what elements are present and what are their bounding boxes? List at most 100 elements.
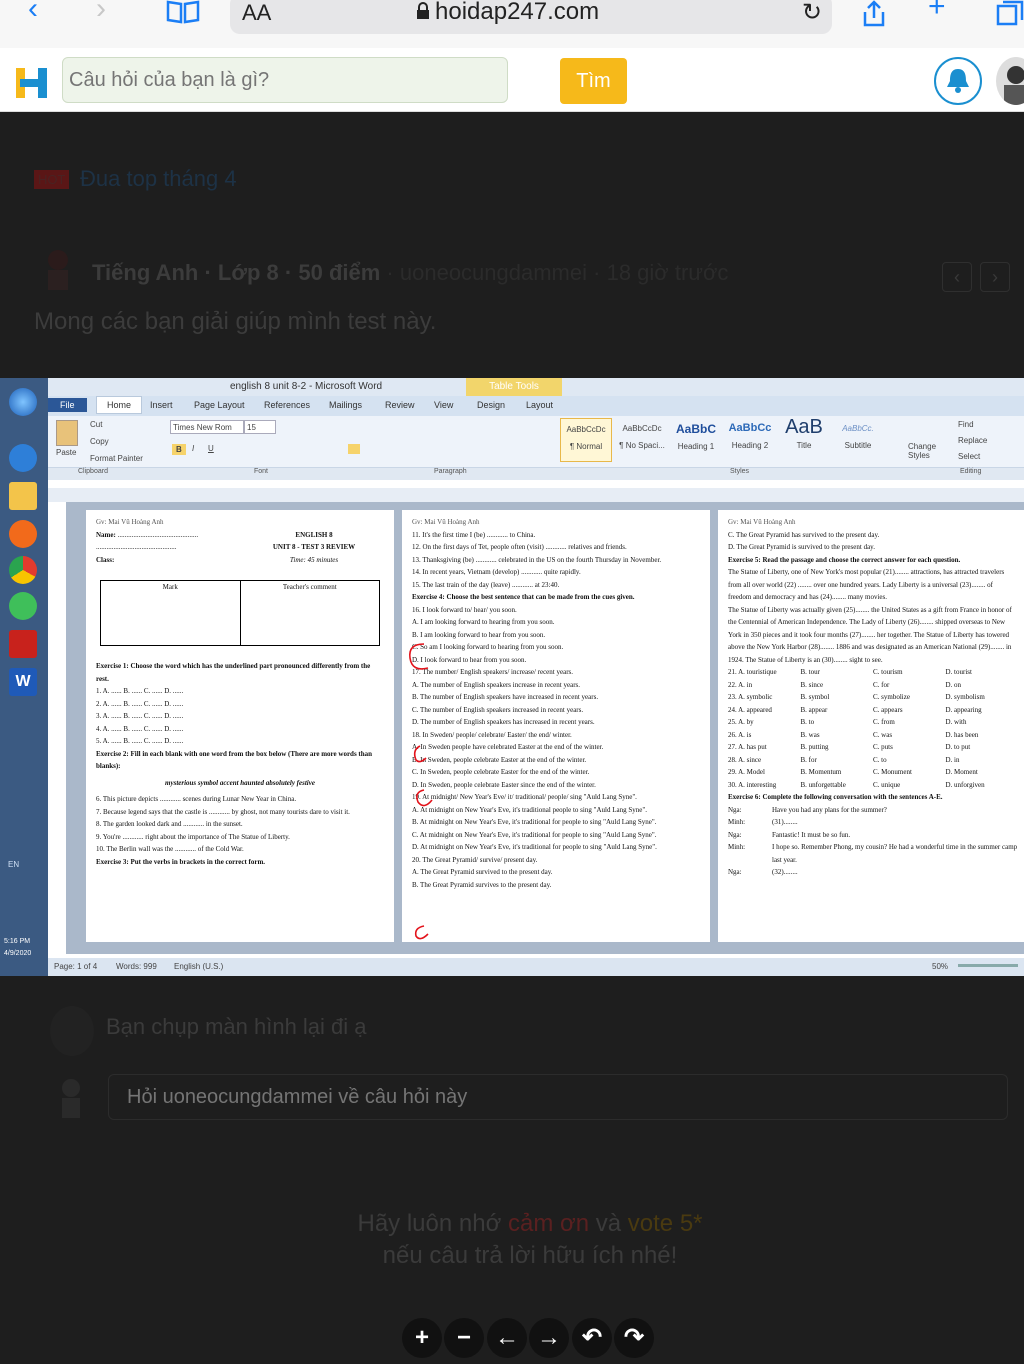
cut-button[interactable]: Cut	[90, 420, 102, 429]
dialog-speaker: Nga:	[728, 805, 742, 814]
text-size-button[interactable]: AA	[242, 0, 271, 26]
search-button[interactable]: Tìm	[560, 58, 627, 104]
notification-button[interactable]	[934, 57, 982, 105]
next-question-button[interactable]: ›	[980, 262, 1010, 292]
tab-home[interactable]: Home	[96, 396, 143, 414]
asker-avatar[interactable]	[40, 246, 76, 292]
choice-cell: B. symbol	[800, 693, 830, 701]
choice-row: 30. A. interesting B. unforgettable C. uni…	[728, 779, 1018, 792]
style-heading-1[interactable]: AaBbC Heading 1	[670, 418, 722, 462]
style-no-spacing[interactable]: AaBbCcDc ¶ No Spaci...	[616, 418, 668, 462]
choice-cell: 29. A. Model	[728, 768, 765, 776]
zoom-out-button[interactable]: −	[444, 1318, 484, 1358]
status-words[interactable]: Words: 999	[116, 962, 157, 971]
test-time: Time: 45 minutes	[289, 555, 339, 564]
image-zoom-controls: + − ← → ↶ ↷	[398, 1316, 658, 1362]
tab-review[interactable]: Review	[385, 400, 415, 410]
change-styles-button[interactable]: Change Styles	[908, 442, 938, 460]
back-icon[interactable]: ‹	[28, 0, 38, 26]
comment-input[interactable]	[108, 1074, 1008, 1120]
status-language[interactable]: English (U.S.)	[174, 962, 223, 971]
folder-icon	[9, 482, 37, 510]
bell-icon	[947, 69, 969, 93]
choice-row: 26. A. is B. was C. was D. has been	[728, 729, 1018, 742]
reload-icon[interactable]: ↻	[802, 0, 822, 27]
search-input[interactable]	[62, 57, 508, 103]
answerer-avatar[interactable]	[50, 1006, 94, 1056]
choice-table: 21. A. touristique B. tour C. tourism D. to…	[728, 666, 1018, 791]
choice-cell: B. appear	[800, 705, 828, 714]
bold-button[interactable]: B	[172, 444, 186, 455]
rotate-right-button[interactable]: ↷	[614, 1318, 654, 1358]
doc-line: 17. The number/ English speakers/ increa…	[412, 668, 574, 676]
site-logo[interactable]	[16, 64, 50, 100]
points-label: 50 điểm	[298, 260, 381, 285]
zoom-slider[interactable]	[958, 964, 1018, 967]
choice-cell: B. putting	[800, 743, 829, 751]
doc-line: C. The Great Pyramid has survived to the…	[728, 530, 880, 539]
underline-button[interactable]: U	[208, 444, 214, 453]
asker-name[interactable]: uoneocungdammei	[400, 260, 587, 285]
tab-file[interactable]: File	[48, 398, 87, 412]
address-bar[interactable]: AA hoidap247.com ↻	[230, 0, 832, 34]
status-page[interactable]: Page: 1 of 4	[54, 962, 97, 971]
tab-insert[interactable]: Insert	[150, 400, 173, 410]
move-right-button[interactable]: →	[529, 1318, 569, 1358]
paste-label[interactable]: Paste	[56, 448, 76, 457]
italic-button[interactable]: I	[192, 444, 194, 453]
font-size-select[interactable]: 15	[244, 420, 276, 434]
style-label: ¶ No Spaci...	[619, 441, 665, 450]
rotate-left-button[interactable]: ↶	[572, 1318, 612, 1358]
select-button[interactable]: Select	[958, 452, 980, 461]
tab-design[interactable]: Design	[477, 400, 505, 410]
forward-icon[interactable]: ›	[96, 0, 106, 26]
dialog-speaker: Nga:	[728, 868, 742, 876]
document-page-2: Gv: Mai Vũ Hoàng Anh 11. It's the first …	[402, 510, 710, 942]
style-subtitle[interactable]: AaBbCc. Subtitle	[832, 418, 884, 462]
tab-page-layout[interactable]: Page Layout	[194, 400, 245, 410]
find-button[interactable]: Find	[958, 420, 974, 429]
choice-cell: D. with	[945, 718, 967, 726]
style-sample: AaB	[785, 416, 823, 438]
replace-button[interactable]: Replace	[958, 436, 987, 445]
subject-label[interactable]: Tiếng Anh	[92, 260, 198, 285]
answer-text: Bạn chụp màn hình lại đi ạ	[106, 1014, 367, 1039]
move-left-button[interactable]: ←	[487, 1318, 527, 1358]
user-avatar[interactable]	[996, 57, 1024, 105]
choice-cell: 28. A. since	[728, 755, 762, 764]
style-normal[interactable]: AaBbCcDc ¶ Normal	[560, 418, 612, 462]
choice-cell: 26. A. is	[728, 730, 752, 739]
tab-references[interactable]: References	[264, 400, 310, 410]
tab-layout[interactable]: Layout	[526, 400, 553, 410]
zoom-level[interactable]: 50%	[932, 962, 948, 971]
grade-label[interactable]: Lớp 8	[218, 260, 279, 285]
style-heading-2[interactable]: AaBbCc Heading 2	[724, 418, 776, 462]
group-styles: Styles	[730, 468, 750, 475]
copy-button[interactable]: Copy	[90, 437, 109, 446]
prev-question-button[interactable]: ‹	[942, 262, 972, 292]
reminder-part: và	[589, 1210, 628, 1237]
doc-line: D. The Great Pyramid is survived to the …	[728, 543, 875, 551]
justify-button[interactable]	[348, 444, 360, 454]
choice-cell: 21. A. touristique	[728, 668, 777, 676]
site-header: Tìm	[0, 48, 1024, 112]
tab-mailings[interactable]: Mailings	[329, 400, 362, 410]
paste-icon[interactable]	[56, 420, 78, 446]
question-6: 6. This picture depicts ............ sce…	[96, 795, 297, 803]
dialog-table: Nga: Have you had any plans for the summe…	[728, 804, 1018, 879]
reminder-text: Hãy luôn nhớ cảm ơn và vote 5* nếu câu t…	[0, 1208, 1024, 1272]
font-name-select[interactable]: Times New Rom	[170, 420, 244, 434]
tabs-icon[interactable]	[996, 0, 1024, 26]
hot-link[interactable]: Đua top tháng 4	[80, 166, 237, 192]
bookmarks-icon[interactable]	[166, 0, 200, 24]
share-icon[interactable]	[860, 0, 888, 28]
style-title[interactable]: AaB Title	[778, 416, 830, 462]
tab-view[interactable]: View	[434, 400, 453, 410]
format-painter-button[interactable]: Format Painter	[90, 454, 143, 463]
question-image[interactable]: W EN 5:16 PM 4/9/2020 english 8 unit 8-2…	[0, 378, 1024, 976]
word-status-bar: Page: 1 of 4 Words: 999 English (U.S.) 5…	[48, 958, 1024, 976]
reminder-line-2: nếu câu trả lời hữu ích nhé!	[382, 1242, 678, 1269]
new-tab-icon[interactable]: +	[928, 0, 946, 24]
doc-line: B. I am looking forward to hear from you…	[412, 630, 546, 639]
zoom-in-button[interactable]: +	[402, 1318, 442, 1358]
